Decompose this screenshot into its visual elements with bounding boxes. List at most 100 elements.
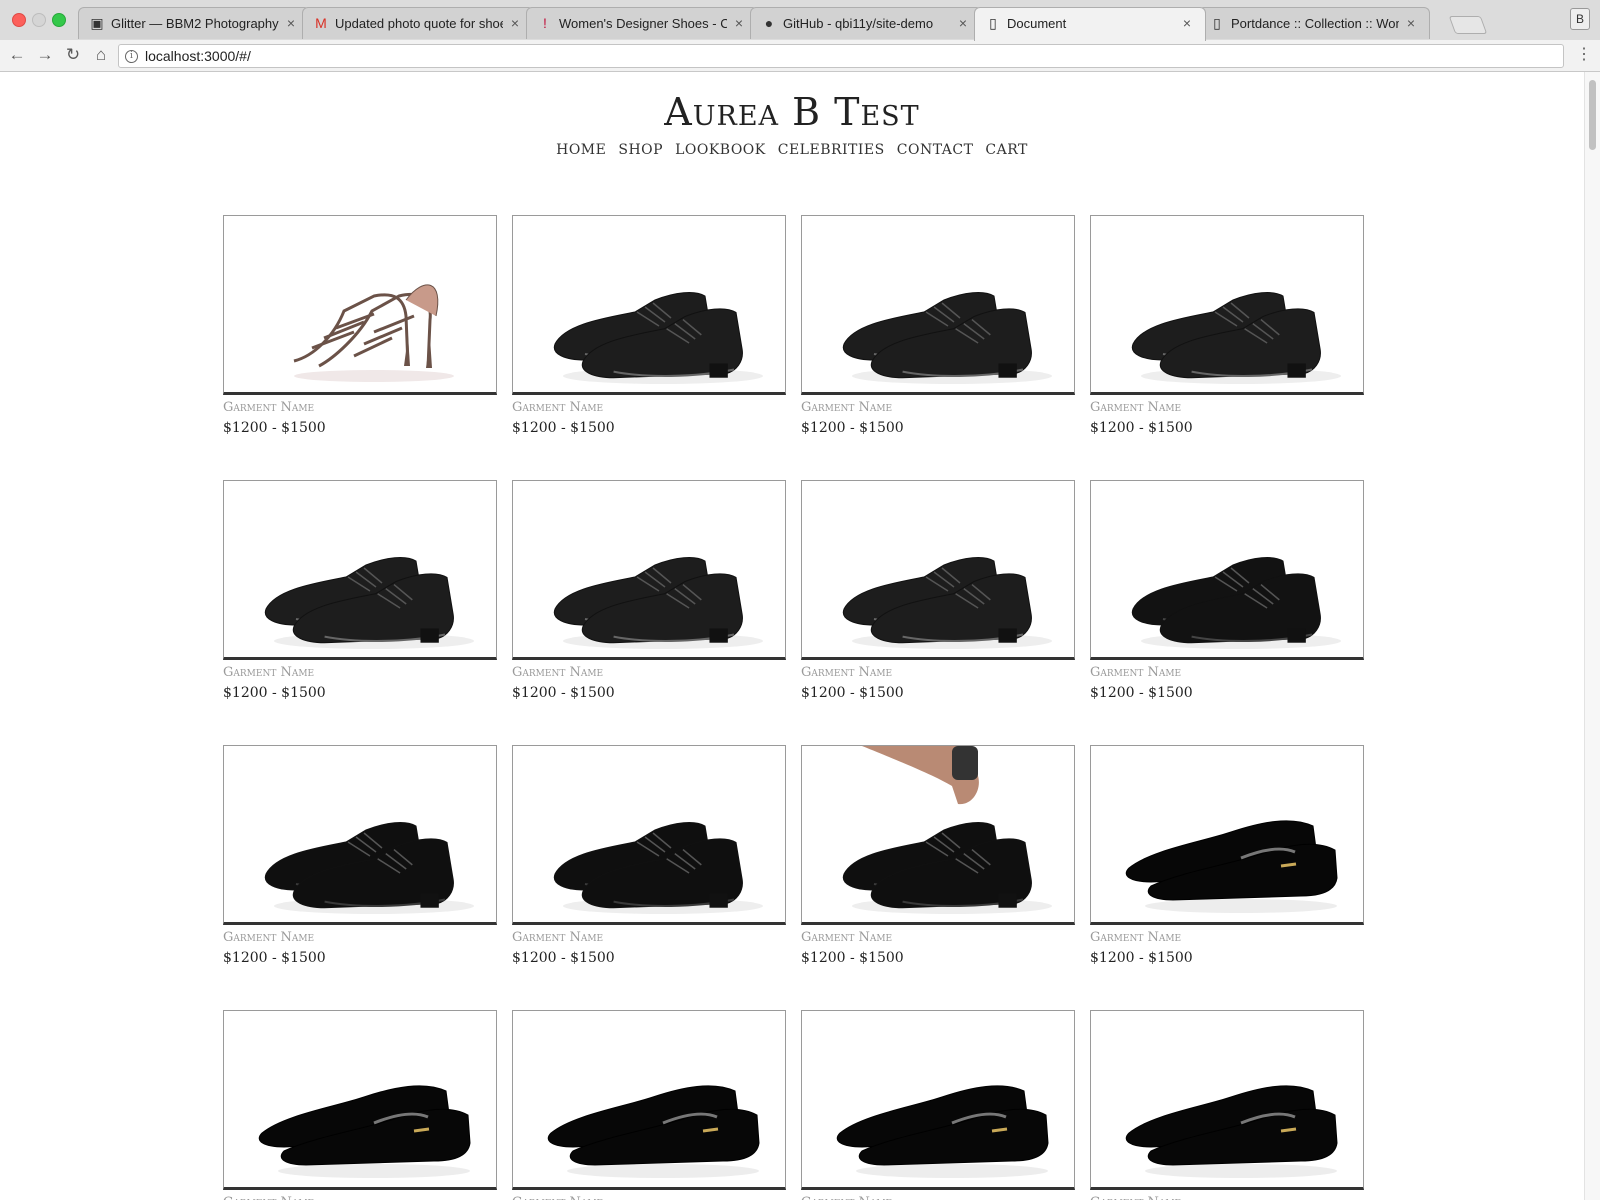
product-card[interactable]: Garment Name $1200 - $1500 [1090, 480, 1364, 701]
product-name[interactable]: Garment Name [223, 1195, 497, 1200]
product-card[interactable]: Garment Name $1200 - $1500 [801, 745, 1075, 966]
product-name[interactable]: Garment Name [512, 930, 786, 945]
product-image[interactable] [801, 1010, 1075, 1190]
shoe-illustration [842, 746, 1052, 914]
product-card[interactable]: Garment Name$1200 - $1500 [223, 1010, 497, 1200]
info-icon[interactable]: i [125, 50, 138, 63]
tab-close-icon[interactable]: × [283, 15, 299, 31]
product-image[interactable] [512, 215, 786, 395]
product-price: $1200 - $1500 [801, 950, 904, 966]
product-image[interactable] [801, 480, 1075, 660]
shoe-illustration [293, 284, 454, 382]
product-card[interactable]: Garment Name $1200 - $1500 [512, 480, 786, 701]
product-image[interactable] [1090, 1010, 1364, 1190]
product-image[interactable] [223, 215, 497, 395]
product-image[interactable] [801, 745, 1075, 925]
product-name[interactable]: Garment Name [512, 1195, 786, 1200]
page-viewport: Aurea B Test HOME SHOP LOOKBOOK CELEBRITIES… [0, 72, 1584, 1200]
product-name[interactable]: Garment Name [801, 1195, 1075, 1200]
browser-tab[interactable]: M Updated photo quote for shoe × [302, 7, 534, 39]
product-card[interactable]: Garment Name$1200 - $1500 [1090, 215, 1364, 436]
reload-icon[interactable]: ↻ [62, 44, 84, 66]
scrollbar-thumb[interactable] [1589, 80, 1596, 150]
shoe-illustration [553, 557, 763, 649]
product-image[interactable] [512, 1010, 786, 1190]
browser-tab[interactable]: ! Women's Designer Shoes - Ch × [526, 7, 758, 39]
product-card[interactable]: Garment Name $1200 - $1500 [801, 480, 1075, 701]
profile-button[interactable]: B [1570, 8, 1590, 30]
product-image[interactable] [1090, 745, 1364, 925]
product-image[interactable] [1090, 480, 1364, 660]
product-name[interactable]: Garment Name [223, 665, 497, 680]
tab-title: GitHub - qbi11y/site-demo [783, 16, 934, 31]
maximize-window-button[interactable] [52, 13, 66, 27]
product-image[interactable] [512, 745, 786, 925]
tab-close-icon[interactable]: × [507, 15, 523, 31]
product-image[interactable] [223, 745, 497, 925]
shoe-illustration [836, 1085, 1049, 1178]
product-name[interactable]: Garment Name [223, 400, 497, 415]
product-image[interactable] [1090, 215, 1364, 395]
product-card[interactable]: Garment Name$1200 - $1500 [801, 215, 1075, 436]
tab-close-icon[interactable]: × [1403, 15, 1419, 31]
tab-title: Women's Designer Shoes - Ch [559, 16, 727, 31]
product-card[interactable]: Garment Name$1200 - $1500 [1090, 1010, 1364, 1200]
product-card[interactable]: Garment Name$1200 - $1500 [801, 1010, 1075, 1200]
product-name[interactable]: Garment Name [223, 930, 497, 945]
product-price: $1200 - $1500 [223, 685, 326, 701]
nav-link-home[interactable]: HOME [556, 142, 606, 158]
product-name[interactable]: Garment Name [512, 665, 786, 680]
product-image[interactable] [223, 480, 497, 660]
nav-link-contact[interactable]: CONTACT [897, 142, 974, 158]
nav-link-lookbook[interactable]: LOOKBOOK [675, 142, 766, 158]
product-image[interactable] [223, 1010, 497, 1190]
nav-link-shop[interactable]: SHOP [618, 142, 663, 158]
product-card[interactable]: Garment Name $1200 - $1500 [223, 480, 497, 701]
product-name[interactable]: Garment Name [1090, 665, 1364, 680]
tab-title: Glitter — BBM2 Photography [111, 16, 279, 31]
shoe-illustration [1131, 292, 1341, 384]
product-card[interactable]: Garment Name$1200 - $1500 [512, 1010, 786, 1200]
nav-link-cart[interactable]: CART [985, 142, 1027, 158]
browser-tab[interactable]: ● GitHub - qbi11y/site-demo × [750, 7, 982, 39]
browser-menu-icon[interactable]: ⋮ [1574, 44, 1594, 66]
product-image[interactable] [512, 480, 786, 660]
nav-link-celebrities[interactable]: CELEBRITIES [778, 142, 885, 158]
tab-close-icon[interactable]: × [955, 15, 971, 31]
product-name[interactable]: Garment Name [1090, 1195, 1364, 1200]
product-name[interactable]: Garment Name [801, 400, 1075, 415]
product-name[interactable]: Garment Name [1090, 400, 1364, 415]
product-name[interactable]: Garment Name [801, 930, 1075, 945]
product-card[interactable]: Garment Name$1200 - $1500 [223, 745, 497, 966]
tab-close-icon[interactable]: × [731, 15, 747, 31]
back-arrow-icon[interactable]: ← [6, 44, 28, 66]
product-name[interactable]: Garment Name [801, 665, 1075, 680]
url-text[interactable]: localhost:3000/#/ [145, 48, 251, 64]
product-price: $1200 - $1500 [512, 685, 615, 701]
new-tab-button[interactable] [1448, 16, 1488, 34]
tab-title: Portdance :: Collection :: Wom [1231, 16, 1399, 31]
product-card[interactable]: Garment Name$1200 - $1500 [1090, 745, 1364, 966]
product-price: $1200 - $1500 [1090, 685, 1193, 701]
forward-arrow-icon[interactable]: → [34, 44, 56, 66]
tab-close-icon[interactable]: × [1179, 15, 1195, 31]
product-card[interactable]: Garment Name$1200 - $1500 [512, 215, 786, 436]
product-price: $1200 - $1500 [801, 685, 904, 701]
home-icon[interactable]: ⌂ [90, 44, 112, 66]
page-scrollbar[interactable] [1584, 72, 1600, 1200]
browser-tab[interactable]: ▯ Portdance :: Collection :: Wom × [1198, 7, 1430, 39]
product-card[interactable]: Garment Name$1200 - $1500 [223, 215, 497, 436]
product-name[interactable]: Garment Name [1090, 930, 1364, 945]
shoe-illustration [842, 557, 1052, 649]
address-bar[interactable]: i localhost:3000/#/ [118, 44, 1564, 68]
product-name[interactable]: Garment Name [512, 400, 786, 415]
minimize-window-button[interactable] [32, 13, 46, 27]
browser-tab[interactable]: ▯ Document × [974, 7, 1206, 41]
browser-toolbar: ← → ↻ ⌂ i localhost:3000/#/ ⋮ [0, 40, 1600, 72]
shoe-illustration [264, 557, 474, 649]
product-image[interactable] [801, 215, 1075, 395]
close-window-button[interactable] [12, 13, 26, 27]
product-card[interactable]: Garment Name$1200 - $1500 [512, 745, 786, 966]
browser-tab[interactable]: ▣ Glitter — BBM2 Photography × [78, 7, 310, 39]
shoe-illustration [1125, 820, 1338, 913]
